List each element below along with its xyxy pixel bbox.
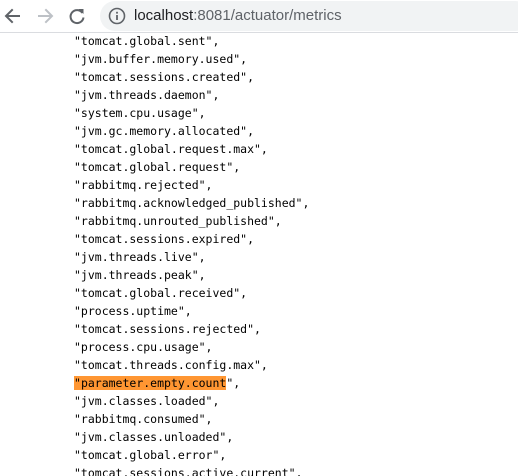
list-item: "tomcat.threads.config.max", (74, 358, 268, 372)
arrow-forward-icon (38, 8, 54, 24)
list-item: "system.cpu.usage", (74, 106, 206, 120)
list-item: "rabbitmq.rejected", (74, 178, 213, 192)
browser-toolbar: localhost:8081/actuator/metrics (0, 0, 518, 33)
reload-icon (69, 9, 85, 25)
list-item: "process.cpu.usage", (74, 340, 213, 354)
list-item: "jvm.classes.unloaded", (74, 430, 234, 444)
reload-button[interactable] (64, 3, 90, 29)
list-item: "process.uptime", (74, 304, 192, 318)
forward-button[interactable] (32, 3, 58, 29)
list-item: "tomcat.sessions.created", (74, 70, 255, 84)
url-host: localhost (134, 7, 194, 24)
json-content: "tomcat.global.sent", "jvm.buffer.memory.… (0, 33, 518, 476)
list-item: "jvm.classes.loaded", (74, 394, 220, 408)
address-bar[interactable]: localhost:8081/actuator/metrics (100, 1, 518, 31)
list-item: "tomcat.sessions.expired", (74, 232, 255, 246)
list-item-highlighted: "parameter.empty.count", (74, 376, 241, 390)
list-item: "rabbitmq.acknowledged_published", (74, 196, 310, 210)
arrow-back-icon (4, 8, 20, 24)
list-item: "tomcat.global.received", (74, 286, 248, 300)
info-icon[interactable] (108, 7, 126, 25)
list-item: "jvm.threads.live", (74, 250, 206, 264)
list-item: "rabbitmq.consumed", (74, 412, 213, 426)
list-item: "rabbitmq.unrouted_published", (74, 214, 282, 228)
list-item: "tomcat.sessions.active.current", (74, 466, 303, 476)
list-item: "tomcat.global.request", (74, 160, 241, 174)
list-item: "tomcat.sessions.rejected", (74, 322, 261, 336)
back-button[interactable] (0, 3, 26, 29)
list-item: "jvm.threads.daemon", (74, 88, 220, 102)
list-item: "jvm.threads.peak", (74, 268, 206, 282)
list-item: "tomcat.global.error", (74, 448, 227, 462)
find-match-highlight: "parameter.empty.count (74, 376, 227, 390)
list-item: "jvm.buffer.memory.used", (74, 52, 248, 66)
url-text: localhost:8081/actuator/metrics (134, 7, 342, 25)
list-item: "tomcat.global.request.max", (74, 142, 268, 156)
url-path: :8081/actuator/metrics (193, 7, 342, 24)
list-item: "tomcat.global.sent", (74, 34, 220, 48)
list-item: "jvm.gc.memory.allocated", (74, 124, 255, 138)
